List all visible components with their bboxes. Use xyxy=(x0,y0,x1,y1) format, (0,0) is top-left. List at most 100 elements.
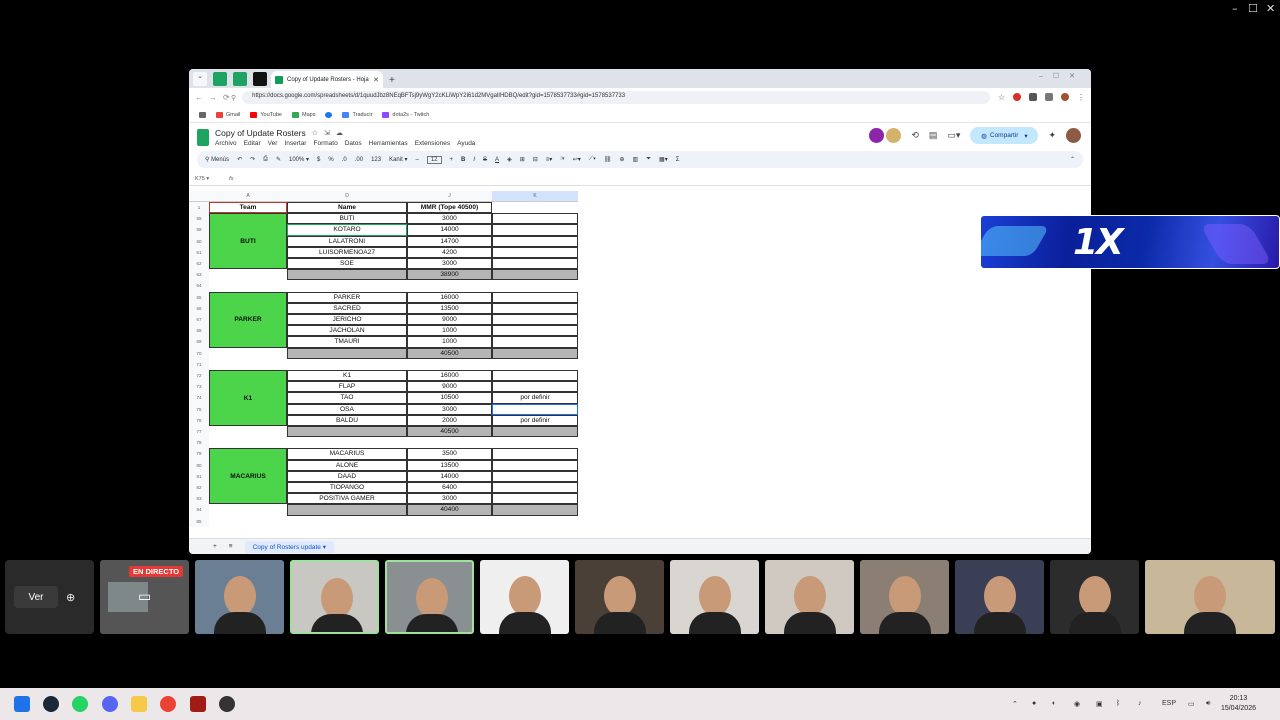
sheets-tab-icon[interactable] xyxy=(213,72,227,86)
redo-icon[interactable]: ↷ xyxy=(250,156,255,163)
row-header-81[interactable]: 81 xyxy=(189,470,209,482)
dota-icon[interactable] xyxy=(190,696,206,712)
total-k-cell[interactable] xyxy=(492,269,578,281)
bookmark-twitch[interactable]: dota2s - Twitch xyxy=(382,111,429,118)
align-icon[interactable]: ≡▾ xyxy=(546,156,553,163)
account-avatar[interactable] xyxy=(1066,128,1081,143)
tray-monitor-icon[interactable]: ▭ xyxy=(1188,700,1195,708)
tiktok-tab-icon[interactable] xyxy=(253,72,267,86)
player-name-cell[interactable]: LALATRONI xyxy=(287,235,407,247)
total-label-cell[interactable] xyxy=(287,347,407,359)
note-cell[interactable] xyxy=(492,314,578,326)
bookmark-youtube[interactable]: YouTube xyxy=(250,111,282,118)
tray-network-icon[interactable]: ▣ xyxy=(1096,700,1103,708)
note-cell[interactable] xyxy=(492,235,578,247)
menu-editar[interactable]: Editar xyxy=(244,140,261,147)
team-name-cell[interactable]: K1 xyxy=(209,370,287,426)
chart-icon[interactable]: ▥ xyxy=(633,156,639,163)
url-field[interactable]: https://docs.google.com/spreadsheets/d/1… xyxy=(242,91,990,104)
row-header-72[interactable]: 72 xyxy=(189,370,209,382)
participant-video-tile[interactable] xyxy=(765,560,854,634)
note-cell[interactable] xyxy=(492,213,578,225)
col-header-k[interactable]: K xyxy=(492,191,578,202)
increase-decimal-button[interactable]: .00 xyxy=(355,157,363,163)
window-controls[interactable]: –☐✕ xyxy=(1039,72,1085,80)
discord-icon[interactable] xyxy=(102,696,118,712)
participant-video-tile[interactable] xyxy=(1145,560,1275,634)
team-name-cell[interactable]: BUTI xyxy=(209,213,287,270)
file-explorer-icon[interactable] xyxy=(131,696,147,712)
bookmark-traducir[interactable]: Traducir xyxy=(342,111,372,118)
player-mmr-cell[interactable]: 6400 xyxy=(407,482,492,494)
close-icon[interactable]: ✕ xyxy=(1266,2,1275,15)
percent-button[interactable]: % xyxy=(328,157,333,163)
participant-video-tile[interactable] xyxy=(670,560,759,634)
row-header-75[interactable]: 75 xyxy=(189,403,209,415)
menu-ver[interactable]: Ver xyxy=(268,140,278,147)
player-name-cell[interactable]: FLAP xyxy=(287,381,407,393)
functions-icon[interactable]: Σ xyxy=(676,157,680,163)
add-sheet-icon[interactable]: + xyxy=(213,543,217,550)
row-header-62[interactable]: 62 xyxy=(189,258,209,270)
row-header-71[interactable]: 71 xyxy=(189,358,209,370)
steam-icon[interactable] xyxy=(43,696,59,712)
participant-video-tile[interactable] xyxy=(290,560,379,634)
row-header-61[interactable]: 61 xyxy=(189,246,209,258)
player-mmr-cell[interactable]: 1000 xyxy=(407,325,492,337)
note-cell[interactable] xyxy=(492,370,578,382)
filter-icon[interactable]: ⏷ xyxy=(646,156,651,163)
row-header-68[interactable]: 68 xyxy=(189,325,209,337)
row-header-60[interactable]: 60 xyxy=(189,235,209,247)
row-header-80[interactable]: 80 xyxy=(189,459,209,471)
print-icon[interactable]: ⎙ xyxy=(263,156,268,163)
tab-search-icon[interactable]: ⌄ xyxy=(193,72,207,86)
row-header-76[interactable]: 76 xyxy=(189,414,209,426)
more-formats-button[interactable]: 123 xyxy=(371,157,381,163)
decrease-decimal-button[interactable]: .0 xyxy=(342,157,347,163)
font-size-decrease-icon[interactable]: – xyxy=(415,157,418,163)
tray-mic-icon[interactable]: ♪ xyxy=(1138,700,1142,707)
sheets-tab-icon-2[interactable] xyxy=(233,72,247,86)
player-mmr-cell[interactable]: 3000 xyxy=(407,213,492,225)
row-header-74[interactable]: 74 xyxy=(189,392,209,404)
zoom-select[interactable]: 100% ▾ xyxy=(289,156,309,163)
player-name-cell[interactable]: OSA xyxy=(287,403,407,415)
player-mmr-cell[interactable]: 9000 xyxy=(407,314,492,326)
name-header-cell[interactable]: Name xyxy=(287,202,407,214)
link-icon[interactable]: ⛓ xyxy=(604,156,612,163)
minimize-icon[interactable]: – xyxy=(1232,2,1238,15)
note-cell[interactable] xyxy=(492,302,578,314)
player-mmr-cell[interactable]: 4200 xyxy=(407,246,492,258)
zoom-icon[interactable]: ⊕ xyxy=(66,591,75,604)
participant-video-tile[interactable] xyxy=(385,560,474,634)
extension-icon-2[interactable] xyxy=(1029,93,1037,101)
sheets-logo-icon[interactable] xyxy=(197,128,209,146)
text-color-icon[interactable]: A xyxy=(495,157,499,163)
fill-color-icon[interactable]: ◈ xyxy=(507,156,512,163)
player-name-cell[interactable]: BUTI xyxy=(287,213,407,225)
start-icon[interactable] xyxy=(14,696,30,712)
tray-steam-icon[interactable]: ◉ xyxy=(1074,700,1080,708)
collapse-toolbar-icon[interactable]: ⌃ xyxy=(1070,156,1075,163)
menu-formato[interactable]: Formato xyxy=(313,140,337,147)
select-all-corner[interactable] xyxy=(189,191,209,202)
total-k-cell[interactable] xyxy=(492,504,578,516)
gemini-icon[interactable]: ✦ xyxy=(1048,130,1056,141)
view-button[interactable]: Ver xyxy=(14,586,58,608)
row-header-1[interactable]: 1 xyxy=(189,202,209,214)
note-cell[interactable] xyxy=(492,493,578,505)
currency-button[interactable]: $ xyxy=(317,157,320,163)
player-mmr-cell[interactable]: 3000 xyxy=(407,493,492,505)
player-mmr-cell[interactable]: 14000 xyxy=(407,470,492,482)
total-mmr-cell[interactable]: 38900 xyxy=(407,269,492,281)
row-header-70[interactable]: 70 xyxy=(189,347,209,359)
total-mmr-cell[interactable]: 40500 xyxy=(407,426,492,438)
apps-icon[interactable] xyxy=(199,111,206,118)
tab-close-icon[interactable]: ✕ xyxy=(373,76,379,84)
player-name-cell[interactable]: TMAURI xyxy=(287,336,407,348)
participant-video-tile[interactable] xyxy=(1050,560,1139,634)
move-icon[interactable]: ⇲ xyxy=(324,129,330,137)
row-header-65[interactable]: 65 xyxy=(189,291,209,303)
menu-archivo[interactable]: Archivo xyxy=(215,140,237,147)
doc-title[interactable]: Copy of Update Rosters xyxy=(215,128,306,138)
